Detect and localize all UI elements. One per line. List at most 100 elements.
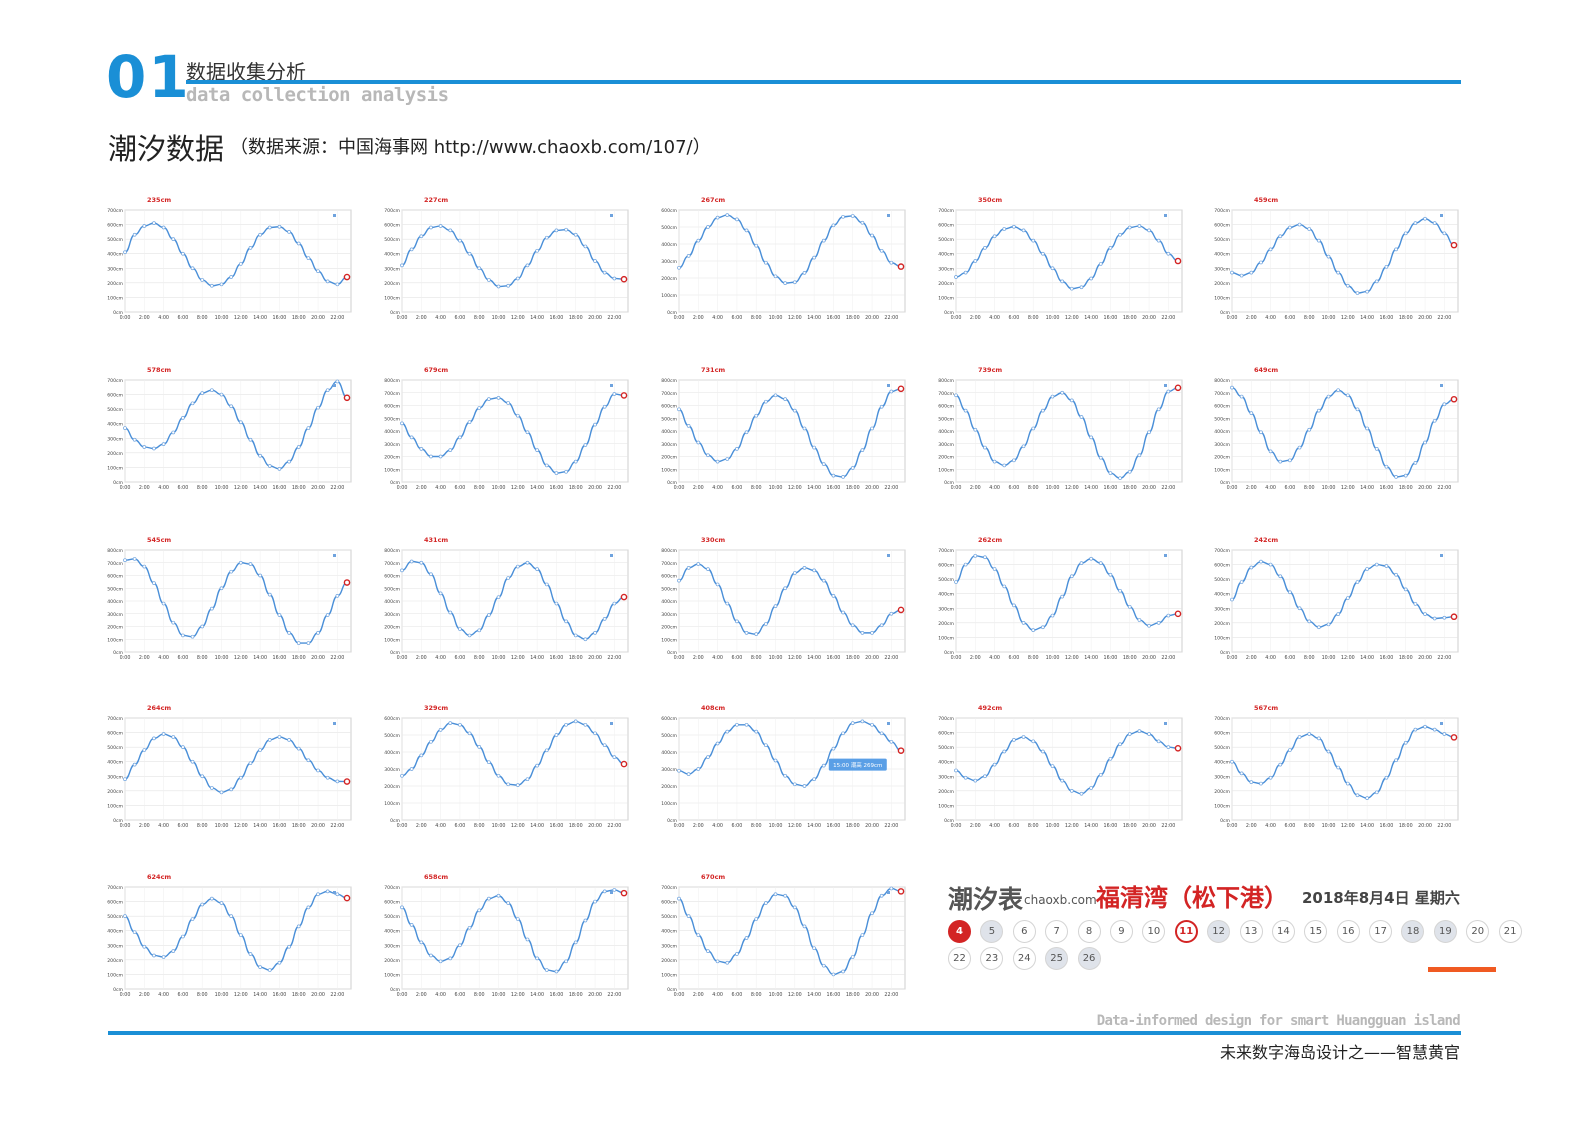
data-point [1041,749,1045,754]
date-7[interactable]: 7 [1045,920,1069,943]
x-tick-label: 20:00 [1418,485,1432,491]
x-tick-label: 0:00 [120,992,131,998]
date-9[interactable]: 9 [1109,920,1133,943]
data-point [744,631,749,635]
x-tick-label: 14:00 [1360,823,1374,829]
x-tick-label: 4:00 [435,315,446,321]
date-14[interactable]: 14 [1271,920,1295,943]
data-point [1050,613,1055,618]
date-12[interactable]: 12 [1207,920,1231,943]
y-tick-label: 400cm [661,429,677,435]
x-tick-label: 12:00 [1065,315,1079,321]
data-point [879,731,884,736]
legend-swatch [610,722,613,725]
date-26[interactable]: 26 [1077,947,1101,970]
y-tick-label: 600cm [384,404,400,410]
data-point [879,893,884,898]
data-point [773,892,778,897]
y-tick-label: 700cm [384,885,400,891]
y-tick-label: 500cm [107,914,123,920]
x-tick-label: 4:00 [712,485,723,491]
date-15[interactable]: 15 [1304,920,1328,943]
data-point [812,255,816,260]
data-point [515,783,520,788]
x-tick-label: 16:00 [550,315,564,321]
data-point [1050,394,1055,399]
date-13[interactable]: 13 [1239,920,1263,943]
x-tick-label: 16:00 [1104,315,1118,321]
data-point [841,610,845,615]
data-point [248,562,253,566]
y-tick-label: 100cm [661,972,677,978]
data-point [612,601,617,606]
x-tick-label: 8:00 [474,992,485,998]
date-8[interactable]: 8 [1077,920,1101,943]
data-point [306,426,311,430]
x-tick-label: 12:00 [511,655,525,661]
current-level-label: 330cm [701,536,725,544]
data-point [515,413,520,418]
data-point [306,641,311,645]
data-point [992,459,997,464]
x-tick-label: 22:00 [607,823,621,829]
date-16[interactable]: 16 [1336,920,1360,943]
x-tick-label: 22:00 [330,992,344,998]
date-4[interactable]: 4 [948,920,971,943]
data-point [1166,613,1171,618]
y-tick-label: 500cm [938,416,954,422]
data-point [277,224,282,229]
y-tick-label: 700cm [107,378,123,384]
current-level-label: 492cm [978,704,1002,712]
date-18[interactable]: 18 [1401,920,1425,943]
x-tick-label: 6:00 [732,992,743,998]
date-23[interactable]: 23 [980,947,1004,970]
data-point [583,722,588,727]
x-tick-label: 6:00 [1009,823,1020,829]
date-17[interactable]: 17 [1369,920,1393,943]
data-point [773,393,778,398]
data-point [515,276,520,281]
x-tick-label: 12:00 [788,655,802,661]
y-tick-label: 700cm [107,885,123,891]
data-point [429,953,433,958]
data-point [1374,562,1379,567]
data-point [152,221,156,225]
date-11[interactable]: 11 [1174,920,1198,943]
date-20[interactable]: 20 [1466,920,1490,943]
data-point [190,266,195,271]
data-point [764,743,768,748]
y-tick-label: 700cm [938,716,954,722]
data-point [612,276,617,281]
date-6[interactable]: 6 [1012,920,1036,943]
data-point [744,228,749,233]
data-point [1268,247,1273,252]
x-tick-label: 14:00 [807,315,821,321]
data-point [1384,564,1389,568]
data-point [335,379,340,384]
x-tick-label: 10:00 [215,315,229,321]
tide-chart-3: 0cm100cm200cm300cm400cm500cm600cm0:00 2:0… [661,196,906,321]
data-point [754,632,759,637]
date-19[interactable]: 19 [1433,920,1457,943]
data-point [515,917,520,921]
data-point [1098,262,1103,266]
x-tick-label: 18:00 [1123,315,1137,321]
date-22[interactable]: 22 [948,947,971,970]
y-tick-label: 300cm [938,606,954,612]
y-tick-label: 700cm [1214,548,1230,554]
x-tick-label: 18:00 [569,485,583,491]
date-10[interactable]: 10 [1142,920,1166,943]
date-21[interactable]: 21 [1498,920,1522,943]
x-tick-label: 10:00 [1322,485,1336,491]
data-point [686,424,691,428]
x-tick-label: 14:00 [1360,485,1374,491]
data-point [325,775,330,780]
y-tick-label: 500cm [107,237,123,243]
y-tick-label: 500cm [661,586,677,592]
date-25[interactable]: 25 [1045,947,1069,970]
date-5[interactable]: 5 [980,920,1004,943]
y-tick-label: 500cm [384,733,400,739]
date-24[interactable]: 24 [1012,947,1036,970]
x-tick-label: 22:00 [1161,485,1175,491]
data-point [1060,594,1065,599]
